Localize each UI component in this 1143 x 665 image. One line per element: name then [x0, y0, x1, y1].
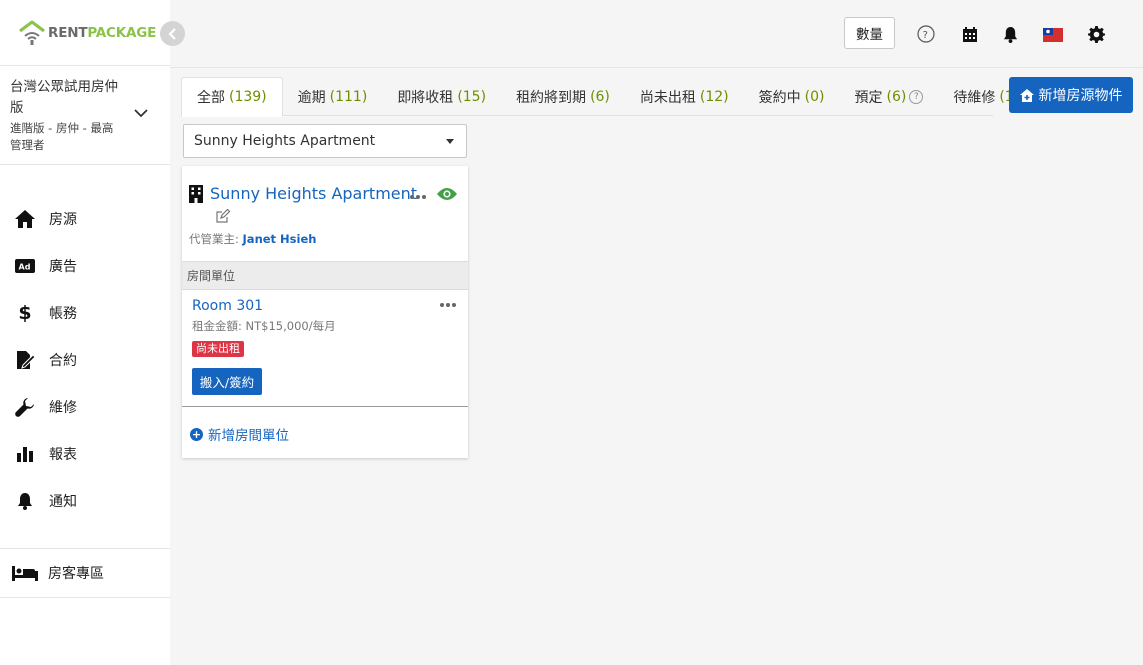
calendar-icon[interactable]: [960, 24, 980, 44]
wifi-house-logo-icon: [19, 20, 45, 45]
sidebar-item-label: 房客專區: [48, 566, 104, 582]
notification-bell-icon[interactable]: [1000, 24, 1020, 44]
sidebar-item-label: 通知: [49, 493, 77, 510]
tab-lease-expiring[interactable]: 租約將到期 (6): [501, 77, 625, 116]
logo-area: RENTPACKAGE: [0, 0, 185, 66]
account-switcher[interactable]: 台灣公眾試用房仲版 進階版 - 房仲 - 最高管理者: [0, 66, 170, 165]
svg-text:?: ?: [923, 30, 928, 41]
home-icon: [14, 208, 36, 230]
unit-item: Room 301 租金金額: NT$15,000/每月 尚未出租 搬入/簽約: [182, 290, 468, 407]
logo[interactable]: RENTPACKAGE: [18, 20, 156, 46]
more-options-icon[interactable]: [410, 195, 426, 199]
property-card-header: Sunny Heights Apartment 代管業主: Janet Hsie…: [182, 166, 468, 261]
svg-text:Ad: Ad: [19, 262, 31, 271]
house-plus-icon: [1019, 88, 1034, 102]
sidebar-item-ads[interactable]: Ad 廣告: [0, 242, 170, 289]
plus-circle-icon: +: [190, 427, 203, 441]
bed-icon: [12, 562, 38, 584]
tab-overdue[interactable]: 逾期 (111): [283, 77, 383, 116]
sidebar-nav: 房源 Ad 廣告 $ 帳務 合約 維修 報表 通知: [0, 195, 170, 524]
sidebar-item-notifications[interactable]: 通知: [0, 477, 170, 524]
move-in-sign-button[interactable]: 搬入/簽約: [192, 368, 262, 395]
sidebar-item-label: 維修: [49, 399, 77, 416]
agent-name[interactable]: Janet Hsieh: [243, 232, 317, 246]
dollar-icon: $: [18, 301, 32, 324]
account-name: 台灣公眾試用房仲版: [10, 79, 118, 116]
property-select[interactable]: Sunny Heights Apartment: [183, 124, 467, 158]
sidebar-item-reports[interactable]: 報表: [0, 430, 170, 477]
add-property-label: 新增房源物件: [1038, 88, 1123, 104]
tab-reserved[interactable]: 預定 (6)?: [840, 77, 939, 116]
chevron-left-icon: [167, 27, 176, 40]
sidebar-item-label: 廣告: [49, 258, 77, 275]
collapse-sidebar-button[interactable]: [160, 21, 185, 46]
eye-icon[interactable]: [437, 187, 457, 201]
status-tabs: 全部 (139) 逾期 (111) 即將收租 (15) 租約將到期 (6) 尚未出租 (1…: [181, 77, 1028, 117]
sidebar-item-tenant-zone[interactable]: 房客專區: [0, 548, 170, 598]
ad-icon: Ad: [14, 255, 36, 277]
sidebar-item-label: 房源: [49, 211, 77, 228]
property-title[interactable]: Sunny Heights Apartment: [210, 184, 417, 203]
sidebar-item-label: 帳務: [49, 305, 77, 322]
bar-chart-icon: [14, 443, 36, 465]
status-badge: 尚未出租: [192, 341, 244, 357]
settings-gear-icon[interactable]: [1086, 24, 1106, 44]
chevron-down-icon: [134, 109, 148, 118]
sidebar-item-contracts[interactable]: 合約: [0, 336, 170, 383]
caret-down-icon: [446, 139, 454, 144]
sidebar-item-label: 報表: [49, 446, 77, 463]
agent-info: 代管業主: Janet Hsieh: [189, 232, 317, 246]
more-options-icon[interactable]: [440, 303, 456, 307]
tab-all[interactable]: 全部 (139): [181, 77, 283, 117]
unit-rent: 租金金額: NT$15,000/每月: [192, 319, 336, 333]
building-icon: [189, 185, 203, 203]
quantity-button[interactable]: 數量: [844, 17, 895, 49]
logo-text: RENTPACKAGE: [48, 25, 157, 41]
sidebar-item-properties[interactable]: 房源: [0, 195, 170, 242]
tab-signing[interactable]: 簽約中 (0): [744, 77, 840, 116]
tab-upcoming-rent[interactable]: 即將收租 (15): [382, 77, 501, 116]
units-header: 房間單位: [182, 261, 468, 290]
account-role: 進階版 - 房仲 - 最高管理者: [10, 121, 114, 152]
sidebar-item-maintenance[interactable]: 維修: [0, 383, 170, 430]
sidebar-item-accounting[interactable]: $ 帳務: [0, 289, 170, 336]
tab-vacant[interactable]: 尚未出租 (12): [625, 77, 744, 116]
unit-name[interactable]: Room 301: [192, 298, 263, 314]
sidebar-item-label: 合約: [49, 352, 77, 369]
top-bar: 數量 ?: [170, 0, 1143, 68]
wrench-icon: [14, 396, 36, 418]
add-unit-label: 新增房間單位: [208, 428, 289, 444]
sidebar: RENTPACKAGE 台灣公眾試用房仲版 進階版 - 房仲 - 最高管理者 房…: [0, 0, 185, 665]
add-unit-link[interactable]: + 新增房間單位: [190, 424, 289, 444]
contract-icon: [14, 349, 36, 371]
add-property-button[interactable]: 新增房源物件: [1009, 77, 1133, 113]
property-select-value: Sunny Heights Apartment: [194, 133, 376, 149]
bell-icon: [14, 490, 36, 512]
edit-icon[interactable]: [216, 209, 230, 223]
help-icon[interactable]: ?: [916, 24, 936, 44]
help-icon[interactable]: ?: [909, 89, 924, 104]
taiwan-flag-icon[interactable]: [1043, 25, 1063, 45]
property-card: Sunny Heights Apartment 代管業主: Janet Hsie…: [182, 166, 468, 458]
